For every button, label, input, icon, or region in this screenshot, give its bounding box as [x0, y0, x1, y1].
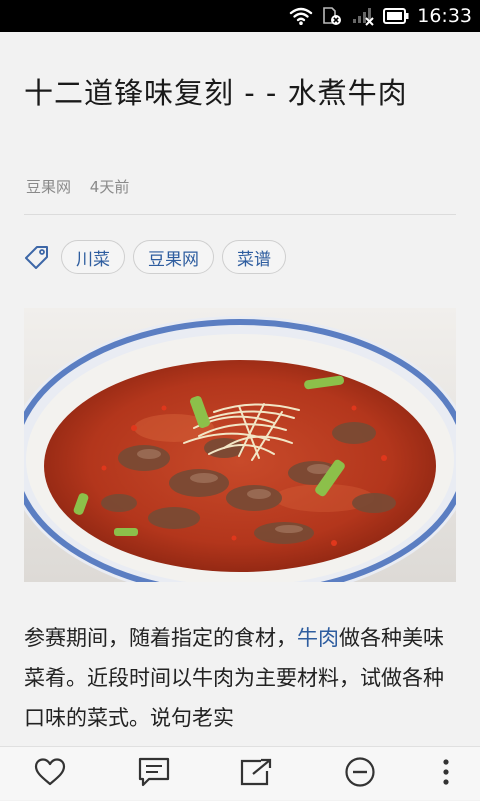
dislike-icon [344, 756, 376, 792]
more-button[interactable] [422, 747, 470, 801]
beef-soup-photo [24, 308, 456, 582]
article-content[interactable]: 十二道锋味复刻 - - 水煮牛肉 豆果网 4天前 川菜 豆果网 菜谱 参赛期间，… [0, 32, 480, 746]
wifi-icon [289, 6, 313, 26]
status-bar: 16:33 [0, 0, 480, 32]
comment-icon [137, 756, 171, 792]
comment-button[interactable] [130, 747, 178, 801]
signal-no-service-icon [351, 6, 375, 26]
tag-list: 川菜 豆果网 菜谱 [22, 239, 294, 275]
clock: 16:33 [417, 5, 472, 27]
bottom-toolbar [0, 746, 480, 800]
like-button[interactable] [26, 747, 74, 801]
article-source[interactable]: 豆果网 [26, 178, 71, 196]
article-meta: 豆果网 4天前 [26, 176, 143, 197]
divider [24, 214, 456, 215]
share-icon [239, 757, 273, 791]
tag-douguo[interactable]: 豆果网 [133, 240, 214, 274]
sim-blocked-icon [321, 6, 343, 26]
tag-recipe[interactable]: 菜谱 [222, 240, 286, 274]
article-image[interactable] [24, 308, 456, 582]
beef-link[interactable]: 牛肉 [297, 626, 339, 650]
tag-icon [22, 242, 52, 272]
like-icon [33, 757, 67, 791]
dislike-button[interactable] [336, 747, 384, 801]
more-icon [441, 757, 451, 791]
battery-icon [383, 8, 409, 24]
body-text-1: 参赛期间，随着指定的食材， [24, 626, 297, 650]
tag-chuancai[interactable]: 川菜 [61, 240, 125, 274]
share-button[interactable] [232, 747, 280, 801]
article-body: 参赛期间，随着指定的食材，牛肉做各种美味菜肴。近段时间以牛肉为主要材料，试做各种… [24, 618, 456, 738]
article-title: 十二道锋味复刻 - - 水煮牛肉 [24, 76, 408, 110]
article-time: 4天前 [89, 178, 130, 196]
